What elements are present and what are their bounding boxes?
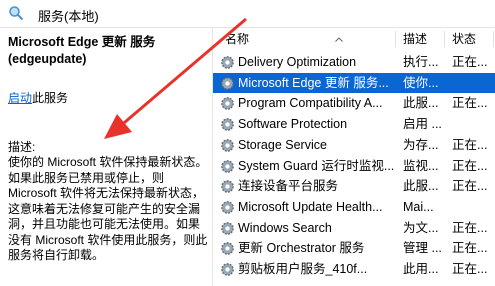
service-name: Microsoft Edge 更新 服务... bbox=[238, 75, 389, 90]
start-service-link[interactable]: 启动 bbox=[8, 91, 32, 105]
gear-icon bbox=[221, 242, 234, 256]
service-name-line2: (edgeupdate) bbox=[8, 52, 87, 66]
service-description-short: 启用 ... bbox=[403, 117, 442, 132]
column-separator[interactable] bbox=[493, 31, 494, 47]
table-row[interactable]: System Guard 运行时监视... 监视... 正在... bbox=[213, 156, 495, 177]
table-row[interactable]: Software Protection 启用 ... bbox=[213, 114, 495, 135]
service-name: 连接设备平台服务 bbox=[238, 179, 339, 194]
gear-icon bbox=[221, 180, 234, 194]
start-service-text: 启动此服务 bbox=[8, 89, 68, 106]
service-description-short: 此服... bbox=[403, 179, 439, 194]
service-name: Program Compatibility A... bbox=[238, 96, 383, 111]
service-name-line1: Microsoft Edge 更新 服务 bbox=[8, 35, 156, 49]
service-status: 正在... bbox=[452, 241, 488, 256]
window-header: 服务(本地) bbox=[0, 0, 495, 28]
start-service-suffix: 此服务 bbox=[32, 91, 69, 105]
gear-icon bbox=[221, 263, 234, 276]
service-status: 正在... bbox=[452, 158, 488, 173]
service-description-short: 管理 ... bbox=[403, 241, 442, 256]
service-name: System Guard 运行时监视... bbox=[238, 158, 395, 173]
column-header-status[interactable]: 状态 bbox=[452, 28, 476, 50]
service-name: Storage Service bbox=[238, 137, 327, 152]
gear-icon bbox=[221, 56, 234, 69]
gear-icon bbox=[221, 221, 234, 235]
table-row[interactable]: Microsoft Update Health... Mai... bbox=[213, 197, 495, 218]
service-name: Microsoft Update Health... bbox=[238, 199, 383, 214]
service-status bbox=[452, 73, 492, 93]
table-row[interactable]: Storage Service 为存... 正在... bbox=[213, 135, 495, 156]
column-header-name[interactable]: 名称 bbox=[225, 28, 249, 50]
gear-icon bbox=[221, 118, 234, 131]
table-row[interactable]: Microsoft Edge 更新 服务... 使你... bbox=[213, 72, 495, 94]
service-name: Delivery Optimization bbox=[238, 55, 357, 69]
window-title: 服务(本地) bbox=[38, 9, 99, 24]
service-description-short: 使你... bbox=[403, 75, 439, 90]
service-status: 正在... bbox=[452, 220, 488, 235]
service-description-short: 为文... bbox=[403, 220, 439, 235]
table-row[interactable]: 剪贴板用户服务_410f... 此用... 正在... bbox=[213, 259, 495, 280]
service-name: Windows Search bbox=[238, 220, 332, 235]
column-separator[interactable] bbox=[395, 31, 396, 47]
service-description-short: Mai... bbox=[403, 199, 434, 214]
service-status: 正在... bbox=[452, 96, 488, 111]
service-status: 正在... bbox=[452, 55, 488, 69]
service-status bbox=[452, 114, 492, 134]
table-row[interactable]: Delivery Optimization 执行... 正在... bbox=[213, 52, 495, 73]
gear-icon bbox=[221, 201, 234, 214]
service-name: 剪贴板用户服务_410f... bbox=[238, 262, 368, 276]
table-row[interactable]: Windows Search 为文... 正在... bbox=[213, 218, 495, 239]
gear-icon bbox=[221, 138, 234, 152]
service-detail-pane: Microsoft Edge 更新 服务 (edgeupdate) 启动此服务 … bbox=[0, 28, 213, 286]
column-header-description[interactable]: 描述 bbox=[403, 28, 427, 50]
service-status: 正在... bbox=[452, 137, 488, 152]
service-description-short: 为存... bbox=[403, 137, 439, 152]
gear-icon bbox=[221, 159, 234, 173]
service-description-short: 此用... bbox=[403, 262, 439, 276]
magnifier-icon bbox=[9, 6, 24, 21]
service-description: 使你的 Microsoft 软件保持最新状态。如果此服务已禁用或停止，则 Mic… bbox=[8, 155, 208, 262]
sort-chevron-icon bbox=[335, 37, 343, 42]
service-description-short: 此服... bbox=[403, 96, 439, 111]
description-label: 描述: bbox=[8, 140, 36, 154]
service-status: 正在... bbox=[452, 179, 488, 194]
service-description-short: 监视... bbox=[403, 158, 439, 173]
services-table: 名称 描述 状态 Delivery Optimization 执行... 正在...… bbox=[213, 28, 495, 286]
table-row[interactable]: 更新 Orchestrator 服务 管理 ... 正在... bbox=[213, 238, 495, 259]
gear-icon bbox=[221, 76, 234, 90]
service-status bbox=[452, 197, 492, 217]
column-separator[interactable] bbox=[444, 31, 445, 47]
service-name: Software Protection bbox=[238, 117, 348, 132]
service-status: 正在... bbox=[452, 262, 488, 276]
service-name: 更新 Orchestrator 服务 bbox=[238, 241, 365, 256]
table-row[interactable]: 连接设备平台服务 此服... 正在... bbox=[213, 176, 495, 197]
service-description-short: 执行... bbox=[403, 55, 439, 69]
service-display-name: Microsoft Edge 更新 服务 (edgeupdate) bbox=[8, 34, 155, 68]
table-row[interactable]: Program Compatibility A... 此服... 正在... bbox=[213, 93, 495, 114]
gear-icon bbox=[221, 97, 234, 111]
